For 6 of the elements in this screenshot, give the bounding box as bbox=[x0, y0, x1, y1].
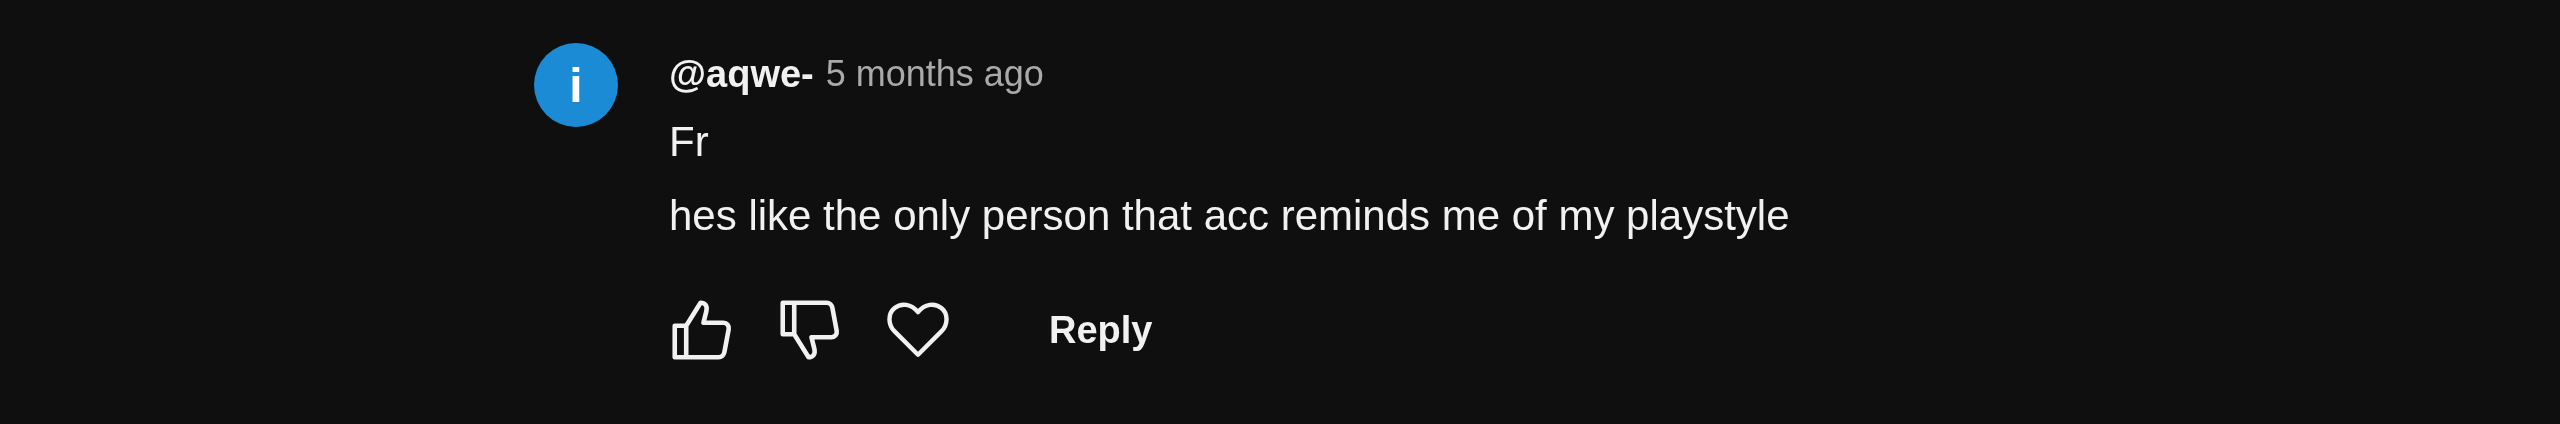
comment-time[interactable]: 5 months ago bbox=[825, 53, 1044, 95]
comment-text: hes like the only person that acc reminds me of my playstyle bbox=[669, 191, 1790, 241]
avatar[interactable]: i bbox=[534, 43, 618, 127]
reply-button[interactable]: Reply bbox=[1049, 308, 1153, 352]
author-name[interactable]: @aqwe- bbox=[669, 52, 814, 96]
comment-text: Fr bbox=[669, 117, 710, 167]
